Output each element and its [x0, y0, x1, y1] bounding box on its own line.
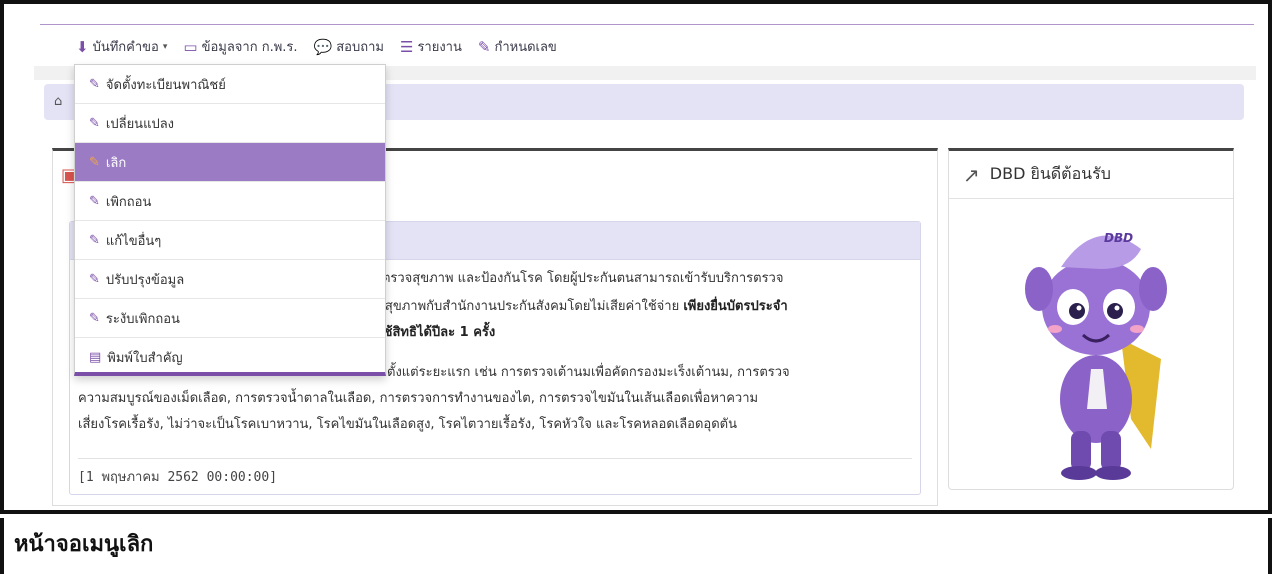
edit-icon: ✎: [477, 37, 491, 56]
nav-assign-number[interactable]: ✎ กำหนดเลข: [478, 36, 557, 57]
dbd-mascot-image: [1025, 235, 1167, 480]
news-text-line-2a: วจสุขภาพกับสำนักงานประกันสังคมโดยไม่เสีย…: [370, 299, 684, 314]
edit-icon: ✎: [89, 115, 100, 131]
edit-icon: ✎: [89, 271, 100, 287]
menu-item-label: แก้ไขอื่นๆ: [105, 233, 162, 249]
menu-item-label: จัดตั้งทะเบียนพาณิชย์: [105, 77, 226, 93]
edit-icon: ✎: [89, 154, 100, 170]
welcome-panel-header: ↗ DBD ยินดีต้อนรับ: [949, 151, 1233, 199]
news-text-line-2: วจสุขภาพกับสำนักงานประกันสังคมโดยไม่เสีย…: [370, 294, 788, 320]
news-text-line-3: าใช้สิทธิได้ปีละ 1 ครั้ง: [370, 320, 495, 346]
top-divider: [40, 24, 1254, 25]
menu-item-other-edits[interactable]: ✎ แก้ไขอื่นๆ: [75, 221, 385, 260]
nav-assign-number-label: กำหนดเลข: [494, 40, 557, 55]
news-text-line-2b: เพียงยื่นบัตรประจำ: [683, 299, 788, 314]
news-text-line-5: ความสมบูรณ์ของเม็ดเลือด, การตรวจน้ำตาลใน…: [78, 391, 759, 406]
caption-frame: [0, 518, 1272, 574]
nav-record-request[interactable]: ⬇ บันทึกคำขอ ▾: [76, 36, 167, 57]
screenshot-frame: ⬇ บันทึกคำขอ ▾ ▭ ข้อมูลจาก ก.พ.ร. 💬 สอบถ…: [0, 0, 1272, 514]
menu-item-label: พิมพ์ใบสำคัญ: [107, 351, 183, 366]
menu-item-print-certificate[interactable]: ▤ พิมพ์ใบสำคัญ: [75, 338, 385, 377]
welcome-panel: ↗ DBD ยินดีต้อนรับ DBD: [948, 148, 1234, 490]
menu-item-label: ระงับเพิกถอน: [105, 311, 180, 327]
menu-item-update-data[interactable]: ✎ ปรับปรุงข้อมูล: [75, 260, 385, 299]
menu-item-label: เปลี่ยนแปลง: [105, 116, 175, 132]
news-text-line-3b: าใช้สิทธิได้ปีละ 1 ครั้ง: [370, 325, 496, 340]
external-link-icon[interactable]: ↗: [963, 163, 980, 187]
chat-icon: 💬: [313, 37, 333, 56]
home-icon[interactable]: ⌂: [54, 94, 62, 109]
news-divider: [78, 458, 912, 459]
menu-item-change[interactable]: ✎ เปลี่ยนแปลง: [75, 104, 385, 143]
document-icon: ▤: [89, 350, 102, 365]
nav-record-request-label: บันทึกคำขอ: [92, 40, 159, 55]
edit-icon: ✎: [89, 232, 100, 248]
menu-item-revoke[interactable]: ✎ เพิกถอน: [75, 182, 385, 221]
edit-icon: ✎: [89, 76, 100, 92]
news-date: [1 พฤษภาคม 2562 00:00:00]: [78, 470, 278, 485]
menu-item-label: ปรับปรุงข้อมูล: [105, 272, 185, 288]
news-text-line-6: เสี่ยงโรคเรื้อรัง, ไม่ว่าจะเป็นโรคเบาหวา…: [78, 417, 738, 432]
chevron-down-icon: ▾: [162, 41, 168, 52]
menu-item-register-commerce[interactable]: ✎ จัดตั้งทะเบียนพาณิชย์: [75, 65, 385, 104]
menu-item-terminate[interactable]: ✎ เลิก: [75, 143, 385, 182]
edit-icon: ✎: [89, 193, 100, 209]
menu-item-label: เพิกถอน: [105, 194, 152, 210]
nav-inquiry-label: สอบถาม: [336, 40, 384, 55]
navbar: ⬇ บันทึกคำขอ ▾ ▭ ข้อมูลจาก ก.พ.ร. 💬 สอบถ…: [76, 36, 557, 57]
nav-inquiry[interactable]: 💬 สอบถาม: [314, 36, 384, 57]
news-text-line-1: อ ตรวจสุขภาพ และป้องกันโรค โดยผู้ประกันต…: [370, 271, 784, 286]
nav-report[interactable]: ☰ รายงาน: [400, 36, 462, 57]
menu-item-suspend-revoke[interactable]: ✎ ระงับเพิกถอน: [75, 299, 385, 338]
welcome-title: DBD ยินดีต้อนรับ: [989, 164, 1111, 183]
edit-icon: ✎: [89, 310, 100, 326]
menu-item-label: เลิก: [105, 155, 127, 171]
nav-report-label: รายงาน: [417, 40, 462, 55]
nav-opdc-data-label: ข้อมูลจาก ก.พ.ร.: [201, 40, 298, 55]
download-icon: ⬇: [76, 37, 89, 56]
nav-opdc-data[interactable]: ▭ ข้อมูลจาก ก.พ.ร.: [183, 36, 297, 57]
record-request-dropdown: ✎ จัดตั้งทะเบียนพาณิชย์ ✎ เปลี่ยนแปลง ✎ …: [74, 64, 386, 376]
monitor-icon: ▭: [183, 37, 198, 56]
dbd-badge: DBD: [1104, 231, 1134, 245]
document-icon: ☰: [399, 37, 414, 56]
news-text-line-4: มัดตั้งแต่ระยะแรก เช่น การตรวจเต้านมเพื่…: [370, 365, 790, 380]
screen-caption: หน้าจอเมนูเลิก: [14, 532, 154, 557]
